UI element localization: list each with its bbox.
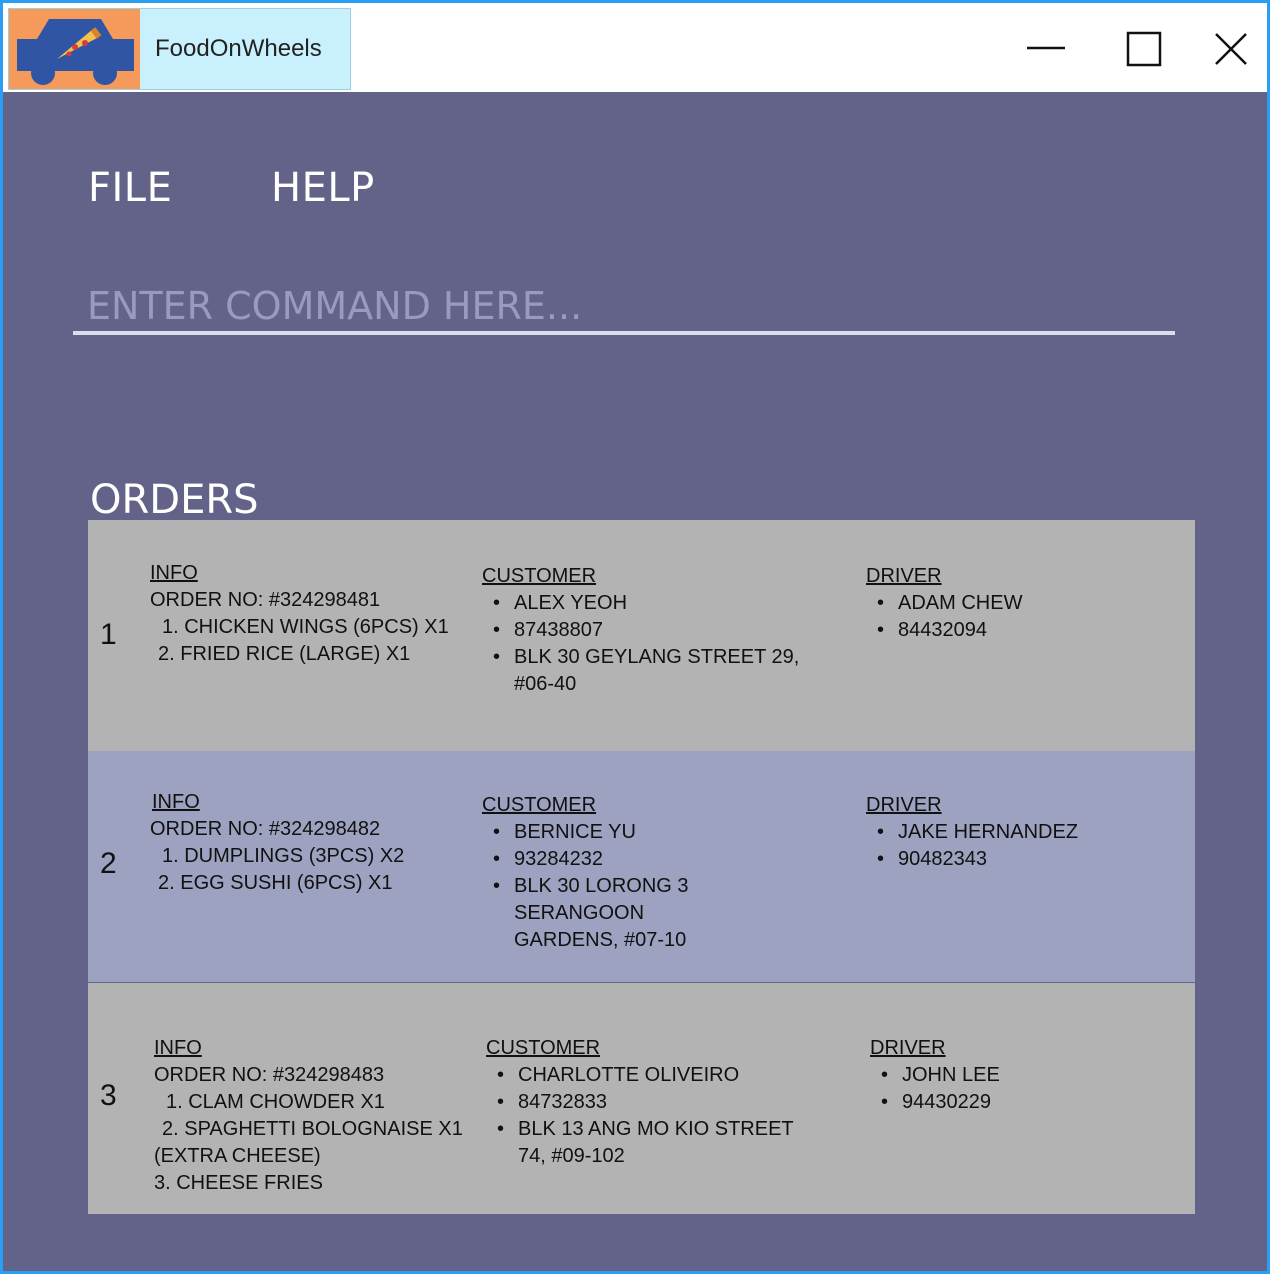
- order-number: ORDER NO: #324298483: [154, 1064, 385, 1086]
- driver-phone: 94430229: [870, 1089, 1170, 1116]
- customer-header: CUSTOMER: [482, 565, 597, 587]
- order-info: INFO ORDER NO: #324298481 1. CHICKEN WIN…: [150, 560, 470, 668]
- customer-phone: 84732833: [486, 1089, 826, 1116]
- app-tab[interactable]: FoodOnWheels: [8, 8, 351, 90]
- customer-phone: 93284232: [482, 846, 822, 873]
- driver-header: DRIVER: [866, 565, 942, 587]
- customer-address: BLK 13 ANG MO KIO STREET: [486, 1116, 826, 1143]
- orders-list: 1 INFO ORDER NO: #324298481 1. CHICKEN W…: [88, 520, 1195, 1214]
- customer-header: CUSTOMER: [482, 794, 597, 816]
- driver-header: DRIVER: [870, 1037, 946, 1059]
- customer-phone: 87438807: [482, 617, 822, 644]
- driver-name: ADAM CHEW: [866, 590, 1166, 617]
- order-item: 1. CLAM CHOWDER X1: [166, 1091, 385, 1113]
- customer-name: CHARLOTTE OLIVEIRO: [486, 1062, 826, 1089]
- customer-header: CUSTOMER: [486, 1037, 601, 1059]
- order-item-note: (EXTRA CHEESE): [154, 1145, 321, 1167]
- order-info: INFO ORDER NO: #324298482 1. DUMPLINGS (…: [150, 789, 470, 897]
- order-info: INFO ORDER NO: #324298483 1. CLAM CHOWDE…: [154, 1035, 484, 1197]
- info-header: INFO: [154, 1037, 202, 1059]
- maximize-icon: [1126, 31, 1162, 67]
- minimize-icon: [1027, 46, 1065, 50]
- info-header: INFO: [150, 562, 198, 584]
- customer-address-line2: GARDENS, #07-10: [514, 929, 687, 951]
- menu-help[interactable]: HELP: [271, 165, 375, 211]
- menu-file[interactable]: FILE: [88, 165, 172, 211]
- driver-header: DRIVER: [866, 794, 942, 816]
- customer-address: BLK 30 GEYLANG STREET 29,: [482, 644, 822, 671]
- customer-address-line2: #06-40: [514, 673, 577, 695]
- customer-address: BLK 30 LORONG 3 SERANGOON: [482, 873, 822, 927]
- driver-phone: 90482343: [866, 846, 1166, 873]
- customer-name: ALEX YEOH: [482, 590, 822, 617]
- order-item: 2. SPAGHETTI BOLOGNAISE X1: [162, 1118, 463, 1140]
- order-item: 1. CHICKEN WINGS (6PCS) X1: [162, 616, 449, 638]
- driver-name: JAKE HERNANDEZ: [866, 819, 1166, 846]
- command-input[interactable]: [73, 281, 1175, 335]
- close-icon: [1215, 33, 1247, 65]
- driver-info: DRIVER JOHN LEE 94430229: [870, 1035, 1170, 1116]
- orders-heading: ORDERS: [90, 477, 259, 523]
- order-card-3[interactable]: 3 INFO ORDER NO: #324298483 1. CLAM CHOW…: [88, 983, 1195, 1214]
- order-index: 3: [100, 1079, 117, 1112]
- order-index: 2: [100, 847, 117, 880]
- order-card-2[interactable]: 2 INFO ORDER NO: #324298482 1. DUMPLINGS…: [88, 751, 1195, 982]
- order-card-1[interactable]: 1 INFO ORDER NO: #324298481 1. CHICKEN W…: [88, 520, 1195, 751]
- order-number: ORDER NO: #324298481: [150, 589, 381, 611]
- customer-info: CUSTOMER CHARLOTTE OLIVEIRO 84732833 BLK…: [486, 1035, 826, 1170]
- driver-phone: 84432094: [866, 617, 1166, 644]
- close-button[interactable]: [1198, 13, 1264, 83]
- order-item: 1. DUMPLINGS (3PCS) X2: [162, 845, 405, 867]
- driver-info: DRIVER ADAM CHEW 84432094: [866, 563, 1166, 644]
- customer-address-line2: 74, #09-102: [518, 1145, 625, 1167]
- order-index: 1: [100, 618, 117, 651]
- order-item: 2. FRIED RICE (LARGE) X1: [158, 643, 411, 665]
- driver-info: DRIVER JAKE HERNANDEZ 90482343: [866, 792, 1166, 873]
- order-item: 3. CHEESE FRIES: [154, 1172, 323, 1194]
- app-title: FoodOnWheels: [155, 35, 322, 62]
- car-with-pizza-icon: [9, 9, 140, 89]
- app-window: FoodOnWheels FILE HELP ORDERS 1 INF: [0, 0, 1270, 1274]
- title-bar: FoodOnWheels: [3, 3, 1267, 92]
- info-header: INFO: [152, 791, 200, 813]
- order-item: 2. EGG SUSHI (6PCS) X1: [158, 872, 393, 894]
- driver-name: JOHN LEE: [870, 1062, 1170, 1089]
- customer-name: BERNICE YU: [482, 819, 822, 846]
- customer-info: CUSTOMER ALEX YEOH 87438807 BLK 30 GEYLA…: [482, 563, 822, 698]
- maximize-button[interactable]: [1111, 13, 1177, 83]
- minimize-button[interactable]: [1013, 13, 1079, 83]
- customer-info: CUSTOMER BERNICE YU 93284232 BLK 30 LORO…: [482, 792, 822, 954]
- order-number: ORDER NO: #324298482: [150, 818, 381, 840]
